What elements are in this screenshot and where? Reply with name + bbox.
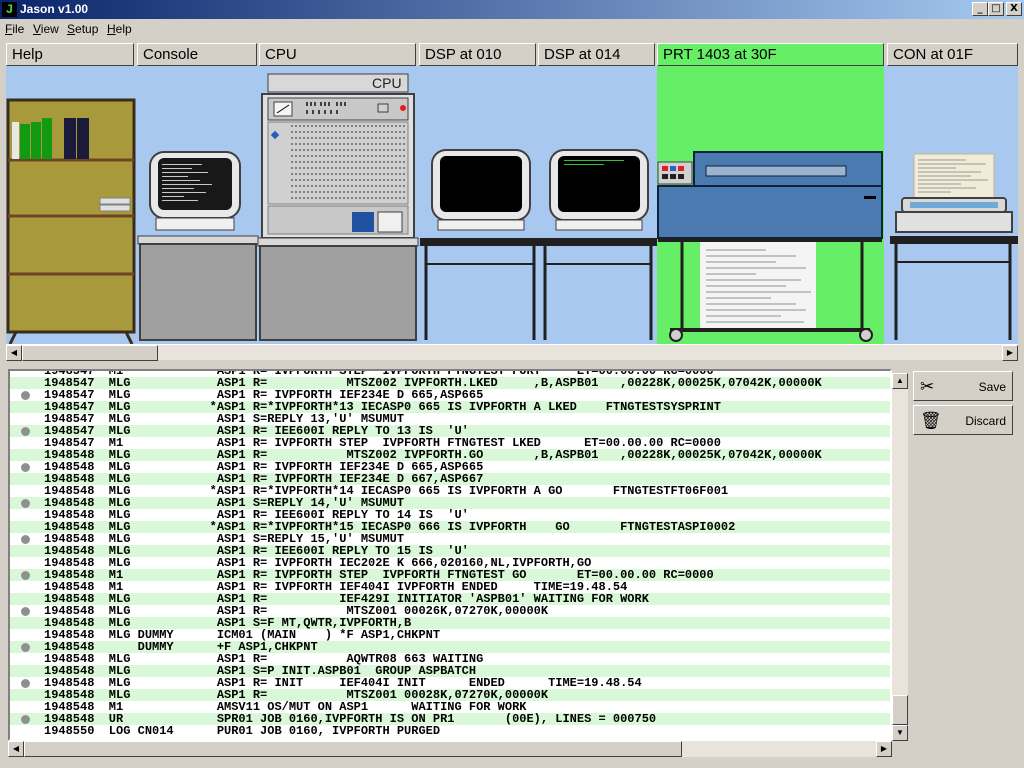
close-button[interactable]: X: [1006, 2, 1022, 16]
title-bar: J Jason v1.00 _ □ X: [0, 0, 1024, 19]
menu-setup[interactable]: Setup: [67, 22, 98, 36]
cpu-cabinet-device[interactable]: CPU: [257, 73, 419, 341]
message-dot-icon: [21, 679, 30, 688]
log-list: 1948547 M1 ASP1 R= IVPFORTH STEP IVPFORT…: [10, 371, 890, 737]
message-dot-icon: [21, 643, 30, 652]
scroll-thumb[interactable]: [22, 345, 158, 361]
tab-help[interactable]: Help: [6, 43, 134, 66]
scroll-right-icon[interactable]: ▶: [876, 741, 892, 757]
message-dot-icon: [21, 463, 30, 472]
scissors-icon: ✂: [920, 377, 935, 396]
display-014-device[interactable]: [539, 149, 657, 340]
scroll-thumb[interactable]: [892, 695, 908, 725]
scroll-left-icon[interactable]: ◀: [6, 345, 22, 361]
tab-dsp-010[interactable]: DSP at 010: [419, 43, 536, 66]
message-dot-icon: [21, 499, 30, 508]
display-010-device[interactable]: [420, 149, 540, 340]
scroll-right-icon[interactable]: ▶: [1002, 345, 1018, 361]
tab-con-01f[interactable]: CON at 01F: [887, 43, 1018, 66]
scroll-left-icon[interactable]: ◀: [8, 741, 24, 757]
console-terminal-device[interactable]: [137, 151, 259, 341]
log-row: 1948550 LOG CN014 PUR01 JOB 0160, IVPFOR…: [10, 725, 890, 737]
console-typewriter-device[interactable]: [890, 153, 1018, 340]
scroll-thumb[interactable]: [24, 741, 682, 757]
console-log-panel[interactable]: 1948547 M1 ASP1 R= IVPFORTH STEP IVPFORT…: [8, 369, 892, 741]
log-horizontal-scrollbar[interactable]: ◀ ▶: [8, 741, 892, 757]
trash-icon: 🗑: [920, 411, 942, 430]
menu-bar: File View Setup Help: [0, 19, 1024, 38]
menu-file[interactable]: File: [5, 22, 24, 36]
message-dot-icon: [21, 427, 30, 436]
message-dot-icon: [21, 391, 30, 400]
log-vertical-scrollbar[interactable]: ▲ ▼: [892, 373, 908, 741]
machine-room-scene: CPU: [6, 66, 1018, 344]
cpu-label: CPU: [372, 75, 402, 91]
scene-horizontal-scrollbar[interactable]: ◀ ▶: [6, 344, 1018, 361]
tab-prt-1403[interactable]: PRT 1403 at 30F: [657, 43, 884, 66]
menu-help[interactable]: Help: [107, 22, 132, 36]
tab-console[interactable]: Console: [137, 43, 257, 66]
discard-button[interactable]: 🗑 Discard: [913, 405, 1013, 435]
message-dot-icon: [21, 535, 30, 544]
maximize-button[interactable]: □: [988, 2, 1004, 16]
message-dot-icon: [21, 607, 30, 616]
device-tab-strip: Help Console CPU DSP at 010 DSP at 014 P…: [6, 43, 1018, 66]
message-dot-icon: [21, 571, 30, 580]
tab-cpu[interactable]: CPU: [259, 43, 416, 66]
message-dot-icon: [21, 715, 30, 724]
scroll-up-icon[interactable]: ▲: [892, 373, 908, 389]
app-icon: J: [2, 2, 17, 17]
bookshelf-device[interactable]: [6, 98, 136, 344]
scroll-down-icon[interactable]: ▼: [892, 725, 908, 741]
save-button[interactable]: ✂ Save: [913, 371, 1013, 401]
scrollbar-corner: [892, 741, 908, 757]
minimize-button[interactable]: _: [972, 2, 988, 16]
log-text: 1948550 LOG CN014 PUR01 JOB 0160, IVPFOR…: [44, 724, 441, 738]
tab-dsp-014[interactable]: DSP at 014: [538, 43, 655, 66]
menu-view[interactable]: View: [33, 22, 59, 36]
window-title: Jason v1.00: [20, 2, 89, 16]
